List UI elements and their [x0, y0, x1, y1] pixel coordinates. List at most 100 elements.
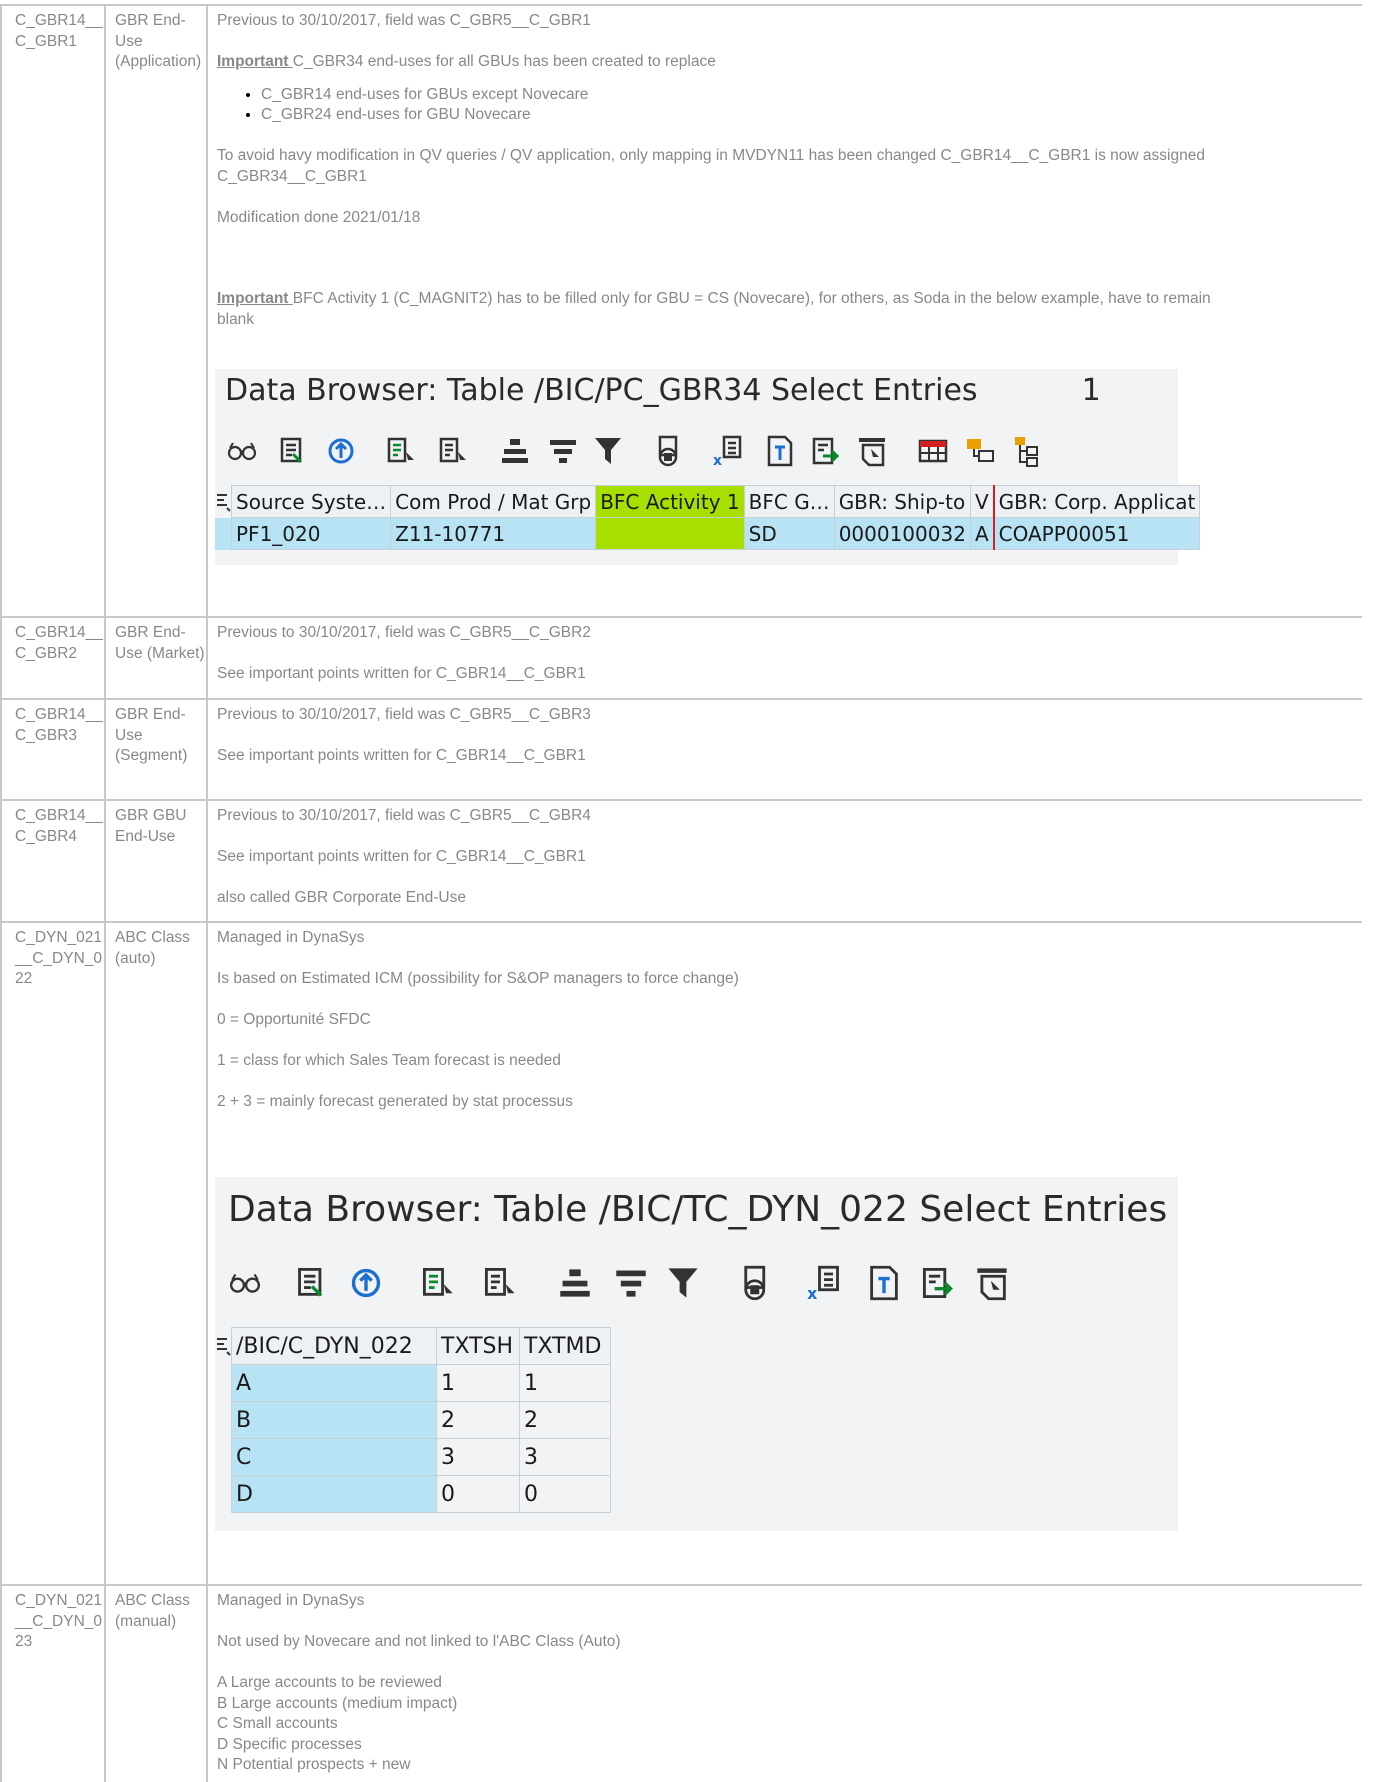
column-header[interactable]: TXTSH	[436, 1327, 520, 1365]
grid-cell-highlighted[interactable]	[595, 517, 745, 550]
table-row[interactable]: PF1_020 Z11-10771 SD 0000100032 A COAPP0…	[215, 517, 1201, 550]
total-icon[interactable]	[545, 1267, 605, 1299]
field-code: C_GBR14__C_GBR2	[15, 624, 103, 662]
layout-icon[interactable]	[965, 1265, 1019, 1301]
grid-cell[interactable]: C	[231, 1438, 437, 1476]
grid-cell[interactable]: 0	[436, 1475, 520, 1513]
filter-icon[interactable]	[585, 435, 631, 467]
document-table: C_GBR14__C_GBR1 GBR End-Use (Application…	[0, 0, 1362, 1782]
table-row[interactable]: D 0 0	[215, 1475, 611, 1513]
field-name: GBR End-Use (Market)	[115, 624, 205, 662]
select-details-icon[interactable]	[285, 1266, 339, 1300]
grid-cell[interactable]: 0000100032	[833, 517, 971, 550]
select-details-icon[interactable]	[269, 436, 317, 466]
hierarchy-icon[interactable]	[957, 437, 1003, 465]
grid-cell[interactable]: PF1_020	[230, 517, 392, 550]
sort-ascending-icon[interactable]	[375, 436, 427, 466]
grid-cell[interactable]: 3	[519, 1438, 611, 1476]
column-selector-icon[interactable]	[215, 1327, 232, 1365]
sort-descending-icon[interactable]	[427, 436, 479, 466]
text-icon[interactable]	[857, 1265, 911, 1301]
field-name: ABC Class (manual)	[115, 1592, 190, 1630]
paragraph: Previous to 30/10/2017, field was C_GBR5…	[217, 807, 591, 824]
print-icon[interactable]	[723, 1265, 791, 1301]
grid-cell[interactable]: 2	[519, 1401, 611, 1439]
field-name-cell: GBR End-Use (Segment)	[106, 700, 208, 799]
field-code: C_DYN_021__C_DYN_023	[15, 1592, 103, 1650]
entry-count: 1	[1081, 373, 1101, 408]
field-name: GBR End-Use (Segment)	[115, 706, 188, 764]
column-header[interactable]: GBR: Corp. Applicat	[992, 485, 1201, 518]
grid-cell[interactable]: 0	[519, 1475, 611, 1513]
grid-cell[interactable]: SD	[743, 517, 835, 550]
column-selector-icon[interactable]	[215, 485, 232, 518]
paragraph: To avoid havy modification in QV queries…	[217, 147, 1205, 164]
field-name-cell: ABC Class (auto)	[106, 923, 208, 1584]
grid-cell[interactable]: A	[231, 1364, 437, 1402]
glasses-icon[interactable]	[225, 1272, 265, 1294]
text-icon[interactable]	[757, 435, 803, 467]
table-row[interactable]: A 1 1	[215, 1364, 611, 1402]
grid-cell[interactable]: B	[231, 1401, 437, 1439]
column-header[interactable]: GBR: Ship-to	[833, 485, 971, 518]
refresh-icon[interactable]	[339, 1266, 393, 1300]
grid-header-row: Source Syste… Com Prod / Mat Grp BFC Act…	[215, 485, 1201, 518]
glasses-icon[interactable]	[225, 441, 259, 461]
field-code: C_GBR14__C_GBR3	[15, 706, 103, 744]
sap-result-grid: /BIC/C_DYN_022 TXTSH TXTMD A 1 1 B 2 2 C…	[215, 1327, 611, 1513]
table-row: C_GBR14__C_GBR2 GBR End-Use (Market) Pre…	[0, 616, 1362, 698]
column-header[interactable]: BFC G…	[743, 485, 835, 518]
table-row[interactable]: C 3 3	[215, 1438, 611, 1476]
paragraph: 2 + 3 = mainly forecast generated by sta…	[217, 1093, 573, 1110]
excel-icon[interactable]: x	[791, 1265, 857, 1301]
tree-icon[interactable]	[1003, 435, 1049, 467]
paragraph: 1 = class for which Sales Team forecast …	[217, 1052, 561, 1069]
layout-icon[interactable]	[849, 435, 895, 467]
subtotal-icon[interactable]	[541, 437, 585, 465]
description-cell: Previous to 30/10/2017, field was C_GBR5…	[208, 700, 1362, 799]
column-header[interactable]: Com Prod / Mat Grp	[390, 485, 597, 518]
sort-ascending-icon[interactable]	[407, 1266, 469, 1300]
column-header[interactable]: V	[969, 485, 995, 518]
paragraph: Managed in DynaSys	[217, 929, 365, 946]
svg-text:x: x	[807, 1284, 817, 1301]
paragraph: See important points written for C_GBR14…	[217, 848, 586, 865]
table-row: C_GBR14__C_GBR3 GBR End-Use (Segment) Pr…	[0, 698, 1362, 799]
column-header[interactable]: /BIC/C_DYN_022	[231, 1327, 437, 1365]
column-header[interactable]: Source Syste…	[230, 485, 392, 518]
column-header-highlighted[interactable]: BFC Activity 1	[595, 485, 745, 518]
sap-toolbar: x	[225, 1263, 1019, 1303]
important-label: Important	[217, 53, 293, 70]
grid-cell[interactable]: 1	[436, 1364, 520, 1402]
grid-icon[interactable]	[909, 439, 957, 463]
description-cell: Previous to 30/10/2017, field was C_GBR5…	[208, 618, 1362, 698]
export-icon[interactable]	[911, 1266, 965, 1300]
grid-cell[interactable]: D	[231, 1475, 437, 1513]
grid-cell[interactable]: COAPP00051	[992, 517, 1201, 550]
grid-cell[interactable]: 3	[436, 1438, 520, 1476]
grid-cell[interactable]: 1	[519, 1364, 611, 1402]
table-row: C_GBR14__C_GBR4 GBR GBU End-Use Previous…	[0, 799, 1362, 921]
sort-descending-icon[interactable]	[469, 1266, 531, 1300]
grid-cell[interactable]: 2	[436, 1401, 520, 1439]
paragraph: also called GBR Corporate End-Use	[217, 889, 466, 906]
filter-icon[interactable]	[657, 1265, 709, 1301]
grid-cell[interactable]: Z11-10771	[390, 517, 597, 550]
sap-data-browser-screenshot: Data Browser: Table /BIC/TC_DYN_022 Sele…	[215, 1177, 1178, 1531]
paragraph: C_GBR34 end-uses for all GBUs has been c…	[292, 53, 716, 70]
export-icon[interactable]	[803, 436, 849, 466]
total-icon[interactable]	[489, 437, 541, 465]
refresh-icon[interactable]	[317, 436, 365, 466]
table-row[interactable]: B 2 2	[215, 1401, 611, 1439]
excel-icon[interactable]: x	[699, 435, 757, 467]
print-icon[interactable]	[641, 435, 699, 467]
field-name: ABC Class (auto)	[115, 929, 190, 967]
field-code-cell: C_DYN_021__C_DYN_023	[2, 1586, 106, 1782]
sap-data-browser-screenshot: Data Browser: Table /BIC/PC_GBR34 Select…	[215, 369, 1201, 565]
subtotal-icon[interactable]	[605, 1267, 657, 1299]
field-code-cell: C_DYN_021__C_DYN_022	[2, 923, 106, 1584]
paragraph: Is based on Estimated ICM (possibility f…	[217, 970, 739, 987]
paragraph: See important points written for C_GBR14…	[217, 747, 586, 764]
column-header[interactable]: TXTMD	[519, 1327, 611, 1365]
grid-cell[interactable]: A	[969, 517, 995, 550]
